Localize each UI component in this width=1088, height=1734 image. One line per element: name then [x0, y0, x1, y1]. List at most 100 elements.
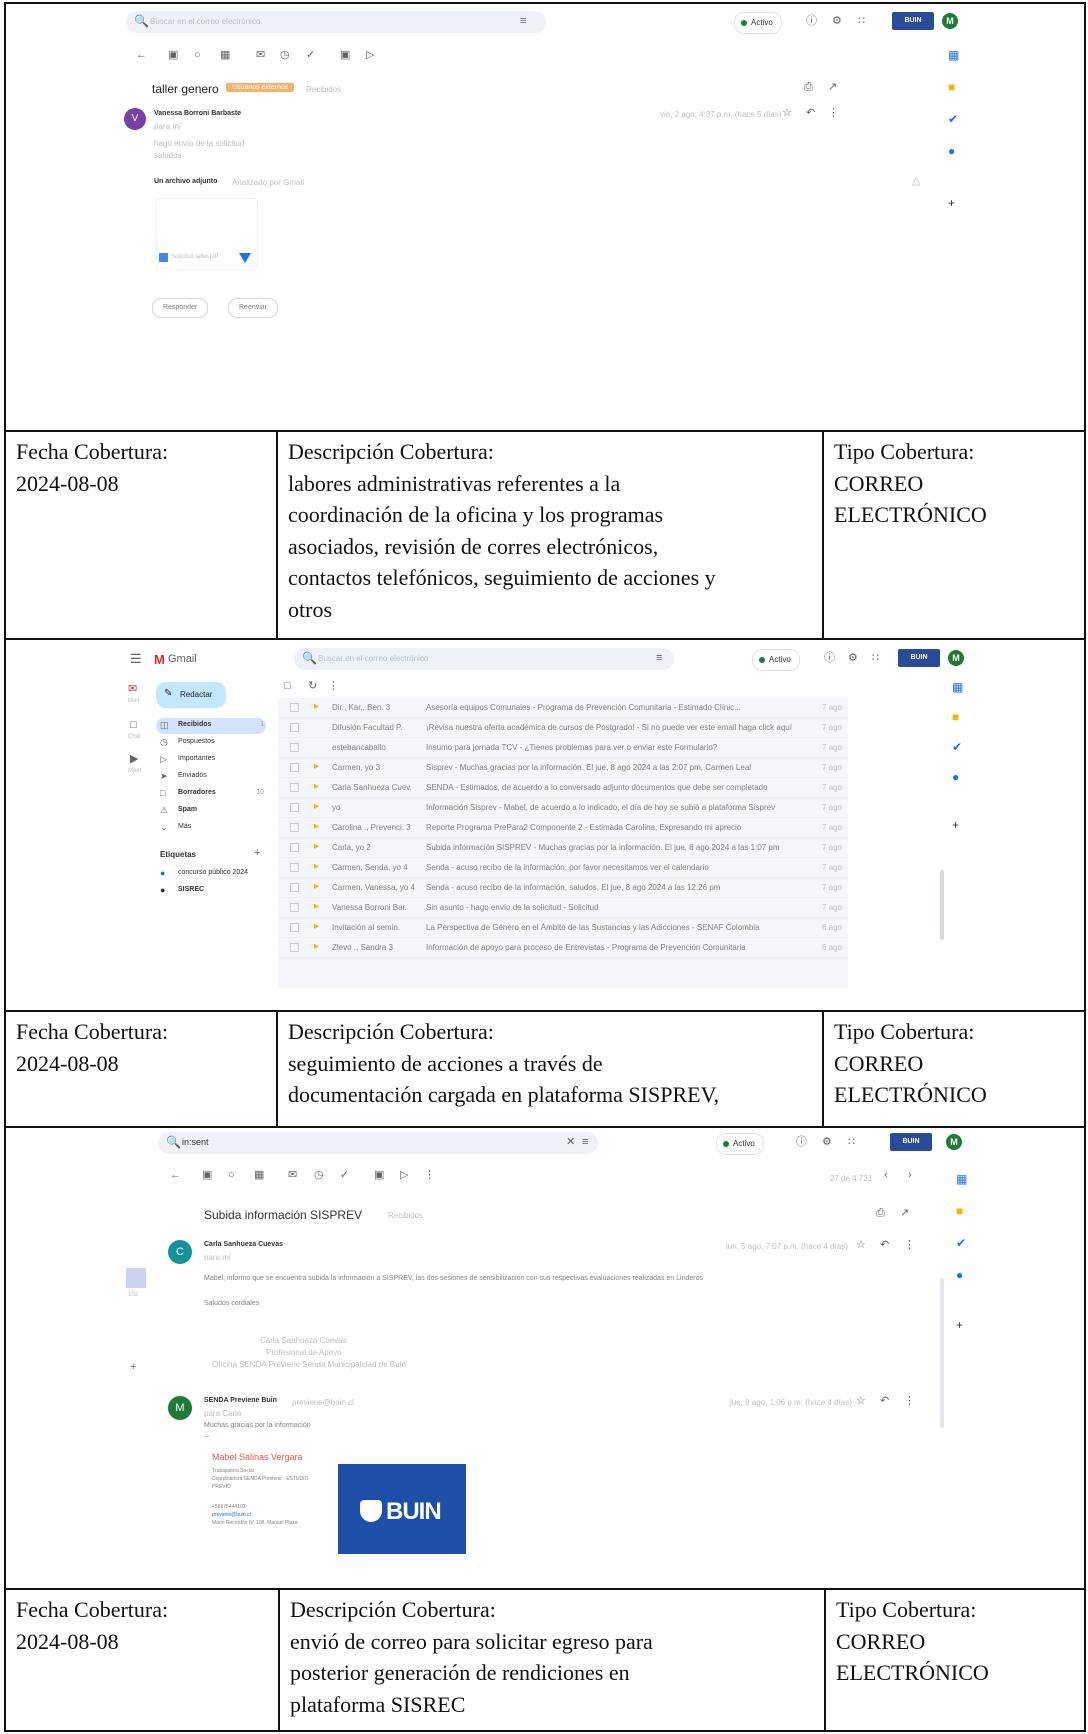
report-icon[interactable]: ○ — [228, 1170, 235, 1181]
nav-label-sisrec[interactable]: ● SISREC — [156, 883, 266, 899]
search-bar[interactable]: 🔍 in:sent ✕ ≡ — [158, 1132, 598, 1154]
move-icon[interactable]: ▣ — [340, 50, 350, 61]
mark-unread-icon[interactable]: ✉ — [288, 1170, 297, 1181]
row-checkbox[interactable] — [290, 903, 299, 912]
recipient[interactable]: para Carla — [204, 1409, 241, 1418]
more-icon[interactable]: ⋮ — [424, 1170, 435, 1181]
important-marker-icon[interactable]: ▸ — [314, 701, 319, 712]
row-checkbox[interactable] — [290, 923, 299, 932]
move-icon[interactable]: ▣ — [374, 1170, 384, 1181]
row-checkbox[interactable] — [290, 743, 299, 752]
apps-icon[interactable]: ∷ — [848, 1137, 855, 1148]
keep-icon[interactable]: ■ — [952, 710, 959, 724]
keep-icon[interactable]: ■ — [948, 80, 955, 94]
list-item[interactable]: ▸ Carmen, Vanessa, yo 4 Senda - acuso reci… — [278, 878, 848, 898]
signature-email[interactable]: previene@buin.cl — [212, 1512, 251, 1518]
apps-icon[interactable]: ∷ — [872, 653, 879, 664]
contacts-icon[interactable]: ● — [956, 1268, 963, 1282]
contacts-icon[interactable]: ● — [948, 144, 955, 158]
print-icon[interactable]: ⎙ — [876, 1208, 885, 1219]
star-icon[interactable]: ☆ — [856, 1396, 866, 1407]
older-icon[interactable]: › — [908, 1170, 912, 1181]
row-checkbox[interactable] — [290, 703, 299, 712]
add-addon-icon[interactable]: + — [956, 1318, 963, 1332]
status-pill[interactable]: Activo — [716, 1133, 764, 1155]
filter-icon[interactable]: ≡ — [656, 653, 662, 664]
row-checkbox[interactable] — [290, 843, 299, 852]
archive-icon[interactable]: ▣ — [168, 50, 178, 61]
list-item[interactable]: Difusión Facultad P. ¡Revisa nuestra ofer… — [278, 718, 848, 738]
row-checkbox[interactable] — [290, 943, 299, 952]
recipient[interactable]: para mí — [154, 122, 181, 131]
nav-sent[interactable]: ➤ Enviados — [156, 769, 266, 785]
attachment-card[interactable]: Solicitud taller.pdf — [156, 198, 258, 270]
label-icon[interactable]: ▷ — [366, 50, 374, 61]
account-avatar[interactable]: M — [942, 13, 958, 29]
select-all-checkbox[interactable]: □ — [284, 681, 291, 692]
open-new-window-icon[interactable]: ↗ — [900, 1208, 909, 1219]
nav-important[interactable]: ▷ Importantes — [156, 752, 266, 768]
help-icon[interactable]: ⓘ — [824, 653, 835, 664]
delete-icon[interactable]: ▦ — [254, 1170, 264, 1181]
list-item[interactable]: ▸ Carla, yo 2 Subida información SISPREV -… — [278, 838, 848, 858]
menu-icon[interactable]: ☰ — [130, 652, 142, 665]
tasks-icon[interactable]: ✔ — [952, 740, 962, 754]
back-icon[interactable]: ← — [170, 1170, 181, 1181]
nav-more[interactable]: ⌄ Más — [156, 820, 266, 836]
list-item[interactable]: ▸ Zlevo ., Sandra 3 Información de apoyo p… — [278, 938, 848, 958]
nav-label-concurso[interactable]: ● concurso público 2024 — [156, 866, 266, 882]
important-marker-icon[interactable]: ▸ — [314, 941, 319, 952]
nav-spam[interactable]: ⚠ Spam — [156, 803, 266, 819]
important-marker-icon[interactable]: ▸ — [314, 821, 319, 832]
nav-snoozed[interactable]: ◷ Pospuestos — [156, 735, 266, 751]
tasks-icon[interactable]: ✔ — [956, 1236, 966, 1250]
newer-icon[interactable]: ‹ — [884, 1170, 888, 1181]
rail-highlight[interactable] — [126, 1268, 146, 1288]
account-avatar[interactable]: M — [948, 650, 964, 666]
settings-icon[interactable]: ⚙ — [822, 1137, 832, 1148]
nav-drafts[interactable]: □ Borradores 10 — [156, 786, 266, 802]
help-icon[interactable]: ⓘ — [796, 1137, 807, 1148]
important-marker-icon[interactable]: ▸ — [314, 801, 319, 812]
important-marker-icon[interactable]: ▸ — [314, 901, 319, 912]
add-label-icon[interactable]: + — [254, 848, 260, 859]
inbox-tag[interactable]: Recibidos — [388, 1211, 423, 1220]
row-checkbox[interactable] — [290, 723, 299, 732]
list-item[interactable]: ▸ Carmen, yo 3 Sisprev - Muchas gracias po… — [278, 758, 848, 778]
important-marker-icon[interactable]: ▸ — [314, 881, 319, 892]
calendar-icon[interactable]: ▦ — [952, 680, 963, 694]
more-icon[interactable]: ⋮ — [828, 108, 839, 119]
tasks-icon[interactable]: ✔ — [948, 112, 958, 126]
row-checkbox[interactable] — [290, 863, 299, 872]
row-checkbox[interactable] — [290, 763, 299, 772]
compose-button[interactable]: ✎ Redactar — [156, 682, 226, 708]
nav-inbox[interactable]: ◫ Recibidos 1 — [156, 718, 266, 734]
reply-button[interactable]: Responder — [152, 298, 209, 318]
row-checkbox[interactable] — [290, 823, 299, 832]
important-marker-icon[interactable]: ▸ — [314, 761, 319, 772]
meet-rail-icon[interactable]: ▶ — [130, 754, 138, 765]
more-icon[interactable]: ⋮ — [904, 1240, 915, 1251]
apps-icon[interactable]: ∷ — [858, 16, 865, 27]
add-addon-icon[interactable]: + — [952, 818, 959, 832]
delete-icon[interactable]: ▦ — [220, 50, 230, 61]
list-item[interactable]: ▸ Carmen, Senda, yo 4 Senda - acuso recibo… — [278, 858, 848, 878]
contacts-icon[interactable]: ● — [952, 770, 959, 784]
calendar-icon[interactable]: ▦ — [948, 48, 959, 62]
list-item[interactable]: ▸ Carla Sanhueza Cuev. SENDA - Estimados, … — [278, 778, 848, 798]
add-addon-icon[interactable]: + — [948, 196, 955, 210]
list-item[interactable]: ▸ Dir., Kar., Ben. 3 Asesoría equipos Comu… — [278, 698, 848, 718]
open-new-window-icon[interactable]: ↗ — [828, 82, 837, 93]
mark-unread-icon[interactable]: ✉ — [256, 50, 265, 61]
list-item[interactable]: ▸ Invitación al semin. La Perspectiva de G… — [278, 918, 848, 938]
label-tag[interactable]: Usuarios externos — [226, 83, 295, 92]
more-icon[interactable]: ⋮ — [328, 681, 339, 692]
keep-icon[interactable]: ■ — [956, 1204, 963, 1218]
reply-icon[interactable]: ↶ — [880, 1396, 889, 1407]
chat-rail-icon[interactable]: □ — [130, 720, 137, 731]
forward-button[interactable]: Reenviar — [228, 298, 279, 318]
list-item[interactable]: ▸ Carolina ., Prevenci. 3 Reporte Programa… — [278, 818, 848, 838]
inbox-tag[interactable]: Recibidos — [306, 85, 341, 94]
help-icon[interactable]: ⓘ — [806, 16, 817, 27]
task-icon[interactable]: ✓ — [306, 50, 315, 61]
